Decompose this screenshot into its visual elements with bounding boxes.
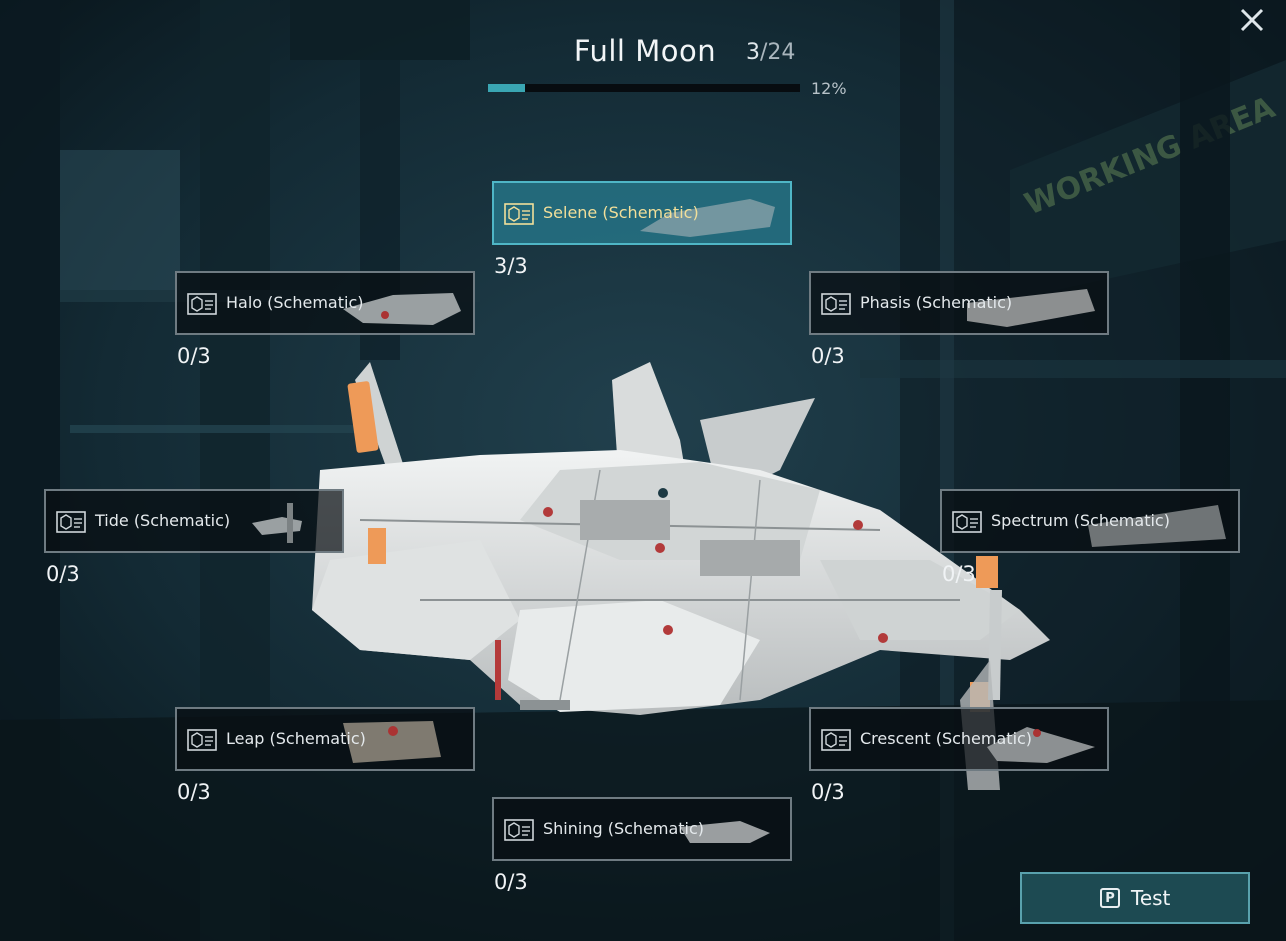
test-button-label: Test	[1131, 886, 1171, 910]
slot-spectrum[interactable]: Spectrum (Schematic)	[940, 489, 1240, 553]
slot-tide[interactable]: Tide (Schematic)	[44, 489, 344, 553]
slot-quantity: 0/3	[811, 780, 845, 804]
slot-label: Shining (Schematic)	[543, 819, 705, 838]
keybind-p-icon: P	[1100, 888, 1120, 908]
schematic-box-icon	[821, 729, 851, 751]
collection-count: 3/24	[746, 40, 795, 65]
progress-bar	[488, 84, 800, 92]
schematic-box-icon	[952, 511, 982, 533]
slot-crescent[interactable]: Crescent (Schematic)	[809, 707, 1109, 771]
slot-label: Spectrum (Schematic)	[991, 511, 1170, 530]
total-count: /24	[760, 40, 796, 65]
slot-quantity: 3/3	[494, 254, 528, 278]
progress-fill	[488, 84, 526, 92]
schematic-box-icon	[504, 203, 534, 225]
collected-count: 3	[746, 40, 760, 65]
slot-label: Selene (Schematic)	[543, 203, 699, 222]
schematic-box-icon	[504, 819, 534, 841]
slot-quantity: 0/3	[46, 562, 80, 586]
slot-quantity: 0/3	[942, 562, 976, 586]
slot-selene[interactable]: Selene (Schematic)	[492, 181, 792, 245]
slot-leap[interactable]: Leap (Schematic)	[175, 707, 475, 771]
slot-label: Phasis (Schematic)	[860, 293, 1013, 312]
progress-percent: 12%	[811, 79, 847, 98]
schematic-box-icon	[56, 511, 86, 533]
slot-label: Tide (Schematic)	[95, 511, 231, 530]
schematic-box-icon	[821, 293, 851, 315]
slot-halo[interactable]: Halo (Schematic)	[175, 271, 475, 335]
slot-phasis[interactable]: Phasis (Schematic)	[809, 271, 1109, 335]
schematic-box-icon	[187, 729, 217, 751]
slot-quantity: 0/3	[177, 344, 211, 368]
slot-label: Leap (Schematic)	[226, 729, 366, 748]
close-icon[interactable]	[1236, 4, 1268, 36]
ship-title: Full Moon	[573, 34, 717, 68]
slot-label: Crescent (Schematic)	[860, 729, 1033, 748]
schematic-box-icon	[187, 293, 217, 315]
slot-quantity: 0/3	[494, 870, 528, 894]
slot-shining[interactable]: Shining (Schematic)	[492, 797, 792, 861]
slot-quantity: 0/3	[811, 344, 845, 368]
slot-quantity: 0/3	[177, 780, 211, 804]
slot-label: Halo (Schematic)	[226, 293, 364, 312]
test-button[interactable]: P Test	[1020, 872, 1250, 924]
